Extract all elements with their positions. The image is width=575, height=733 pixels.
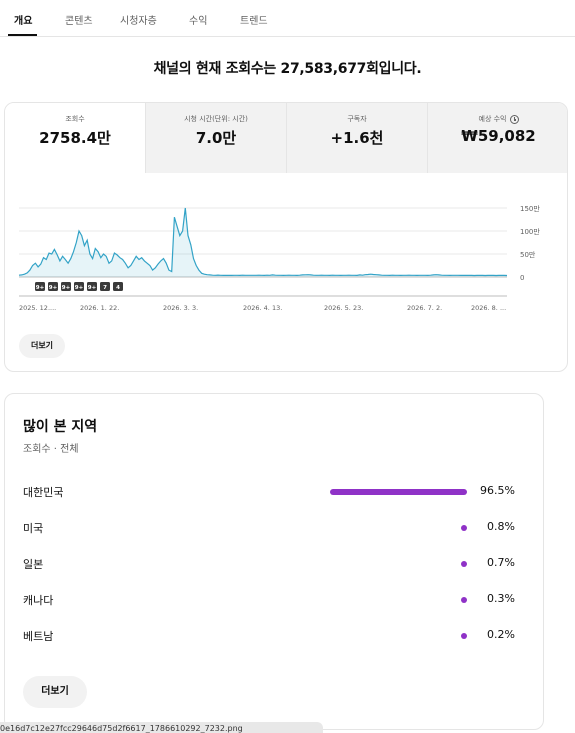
metric-value: 7.0만	[195, 129, 237, 147]
metric-value: 2758.4만	[39, 129, 111, 147]
metric-label: 조회수	[65, 115, 85, 123]
region-row: 베트남 0.2%	[23, 626, 523, 646]
region-name: 캐나다	[23, 594, 54, 607]
metric-value: +1.6천	[330, 129, 384, 147]
metric-views[interactable]: 조회수 2758.4만	[5, 103, 145, 173]
card-subtitle: 조회수 · 전체	[23, 444, 79, 455]
video-marker-label: 9+	[75, 285, 84, 291]
tab-bar: 개요 콘텐츠 시청자층 수익 트렌드	[0, 0, 575, 37]
region-bar	[461, 597, 467, 603]
region-bar	[461, 561, 467, 567]
page-headline: 채널의 현재 조회수는 27,583,677회입니다.	[153, 61, 422, 77]
x-tick-label: 2026. 1. 22.	[80, 304, 119, 312]
region-bar	[461, 525, 467, 531]
region-percent: 0.3%	[487, 592, 515, 605]
clock-icon	[509, 114, 519, 124]
region-row: 대한민국 96.5%	[23, 482, 523, 502]
y-tick-label: 50만	[520, 250, 536, 259]
video-marker-label: 7	[103, 285, 107, 291]
region-name: 일본	[23, 558, 44, 571]
metric-value: ₩59,082	[461, 127, 536, 145]
video-marker-label: 4	[116, 285, 120, 291]
filename-label: 0e16d7c12e27fcc29646d75d2f6617_178661029…	[0, 722, 323, 733]
y-tick-label: 150만	[520, 204, 540, 213]
x-tick-label: 2026. 8. ...	[471, 304, 506, 312]
tab-overview[interactable]: 개요	[14, 12, 32, 27]
region-name: 대한민국	[23, 486, 64, 499]
y-tick-label: 100만	[520, 227, 540, 236]
metric-subscribers[interactable]: 구독자 +1.6천	[286, 103, 427, 173]
x-tick-label: 2026. 5. 23.	[324, 304, 363, 312]
top-regions-card: 많이 본 지역 조회수 · 전체 대한민국 96.5% 미국 0.8% 일본 0.7% 캐나…	[4, 393, 544, 730]
video-marker-label: 9+	[49, 285, 58, 291]
series-area	[19, 208, 507, 277]
more-button[interactable]: 더보기	[23, 676, 87, 708]
active-tab-indicator	[8, 34, 37, 36]
region-percent: 0.7%	[487, 556, 515, 569]
region-percent: 96.5%	[480, 484, 515, 497]
metric-label: 구독자	[347, 115, 367, 123]
views-chart: 150만 100만 50만 0 9+ 9+ 9+ 9+ 9+ 7 4 2025. 12.... 2026…	[18, 204, 540, 312]
x-tick-label: 2026. 3. 3.	[163, 304, 198, 312]
tab-content[interactable]: 콘텐츠	[65, 12, 93, 27]
region-bar	[329, 489, 467, 495]
metric-watch-time[interactable]: 시청 시간(단위: 시간) 7.0만	[145, 103, 286, 173]
card-title: 많이 본 지역	[23, 419, 98, 435]
y-tick-label: 0	[520, 274, 524, 282]
x-tick-label: 2026. 4. 13.	[243, 304, 282, 312]
metric-tabs: 조회수 2758.4만 시청 시간(단위: 시간) 7.0만 구독자 +1.6천…	[5, 103, 567, 173]
video-marker-label: 9+	[62, 285, 71, 291]
metrics-card: 조회수 2758.4만 시청 시간(단위: 시간) 7.0만 구독자 +1.6천…	[4, 102, 568, 372]
region-name: 미국	[23, 522, 44, 535]
tab-audience[interactable]: 시청자층	[120, 12, 157, 27]
region-row: 일본 0.7%	[23, 554, 523, 574]
region-percent: 0.8%	[487, 520, 515, 533]
more-button[interactable]: 더보기	[19, 334, 65, 358]
video-marker-label: 9+	[88, 285, 97, 291]
region-row: 미국 0.8%	[23, 518, 523, 538]
metric-label: 시청 시간(단위: 시간)	[184, 115, 248, 123]
region-bar	[461, 633, 467, 639]
region-row: 캐나다 0.3%	[23, 590, 523, 610]
metric-label-wrap: 예상 수익	[428, 114, 567, 124]
region-percent: 0.2%	[487, 628, 515, 641]
x-tick-label: 2026. 7. 2.	[407, 304, 442, 312]
region-name: 베트남	[23, 630, 54, 643]
metric-label: 예상 수익	[478, 115, 507, 123]
tab-revenue[interactable]: 수익	[189, 12, 207, 27]
video-marker-label: 9+	[36, 285, 45, 291]
tab-trends[interactable]: 트렌드	[240, 12, 268, 27]
x-tick-label: 2025. 12....	[19, 304, 56, 312]
metric-revenue[interactable]: 예상 수익 ₩59,082	[427, 103, 567, 173]
